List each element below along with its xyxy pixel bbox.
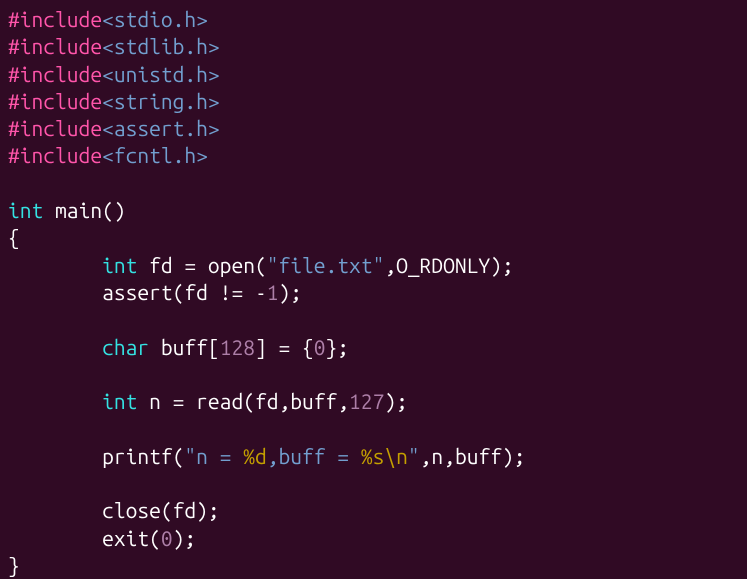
preprocessor-directive: #include	[8, 34, 102, 58]
code-text: fd = open(	[137, 253, 266, 277]
type-keyword: char	[102, 335, 149, 359]
preprocessor-directive: #include	[8, 89, 102, 113]
string-literal: "	[408, 444, 420, 468]
string-literal: ,buff =	[267, 444, 361, 468]
type-keyword: int	[8, 198, 43, 222]
code-text: assert(fd != -	[102, 280, 267, 304]
format-specifier: %s	[361, 444, 385, 468]
code-line-blank	[8, 170, 739, 197]
string-literal: "file.txt"	[267, 253, 385, 277]
code-text: buff[	[149, 335, 220, 359]
code-text: printf(	[102, 444, 184, 468]
code-line-stmt: int fd = open("file.txt",O_RDONLY);	[8, 252, 739, 279]
code-line-brace: }	[8, 552, 739, 579]
header-file: <assert.h>	[102, 116, 220, 140]
number-literal: 0	[314, 335, 326, 359]
params: ()	[102, 198, 126, 222]
preprocessor-directive: #include	[8, 116, 102, 140]
code-line-stmt: printf("n = %d,buff = %s\n",n,buff);	[8, 443, 739, 470]
number-literal: 127	[349, 389, 384, 413]
code-line-blank	[8, 306, 739, 333]
code-text: };	[326, 335, 350, 359]
open-brace: {	[8, 225, 20, 249]
code-line-stmt: char buff[128] = {0};	[8, 334, 739, 361]
code-text: );	[173, 526, 197, 550]
code-line-blank	[8, 415, 739, 442]
number-literal: 1	[267, 280, 279, 304]
header-file: <stdlib.h>	[102, 34, 220, 58]
code-editor-content: #include<stdio.h>#include<stdlib.h>#incl…	[8, 6, 739, 579]
code-line-include: #include<unistd.h>	[8, 61, 739, 88]
preprocessor-directive: #include	[8, 143, 102, 167]
code-text: ] = {	[255, 335, 314, 359]
code-line-blank	[8, 470, 739, 497]
function-name	[43, 198, 55, 222]
code-line-func-decl: int main()	[8, 197, 739, 224]
code-text: );	[278, 280, 302, 304]
code-text: );	[384, 389, 408, 413]
preprocessor-directive: #include	[8, 7, 102, 31]
code-line-include: #include<fcntl.h>	[8, 142, 739, 169]
type-keyword: int	[102, 253, 137, 277]
code-line-blank	[8, 361, 739, 388]
type-keyword: int	[102, 389, 137, 413]
code-line-stmt: exit(0);	[8, 525, 739, 552]
string-literal: "n =	[184, 444, 243, 468]
code-text: ,O_RDONLY);	[384, 253, 513, 277]
escape-sequence: \n	[384, 444, 408, 468]
preprocessor-directive: #include	[8, 62, 102, 86]
format-specifier: %d	[243, 444, 267, 468]
header-file: <fcntl.h>	[102, 143, 208, 167]
code-text: ,n,buff);	[420, 444, 526, 468]
number-literal: 0	[161, 526, 173, 550]
code-text: close(fd);	[102, 498, 220, 522]
number-literal: 128	[220, 335, 255, 359]
code-line-include: #include<assert.h>	[8, 115, 739, 142]
code-line-stmt: assert(fd != -1);	[8, 279, 739, 306]
function-name: main	[55, 198, 102, 222]
code-line-include: #include<stdlib.h>	[8, 33, 739, 60]
code-line-stmt: int n = read(fd,buff,127);	[8, 388, 739, 415]
header-file: <stdio.h>	[102, 7, 208, 31]
code-text: n = read(fd,buff,	[137, 389, 349, 413]
header-file: <unistd.h>	[102, 62, 220, 86]
header-file: <string.h>	[102, 89, 220, 113]
close-brace: }	[8, 553, 20, 577]
code-line-include: #include<string.h>	[8, 88, 739, 115]
code-text: exit(	[102, 526, 161, 550]
code-line-include: #include<stdio.h>	[8, 6, 739, 33]
code-line-brace: {	[8, 224, 739, 251]
code-line-stmt: close(fd);	[8, 497, 739, 524]
